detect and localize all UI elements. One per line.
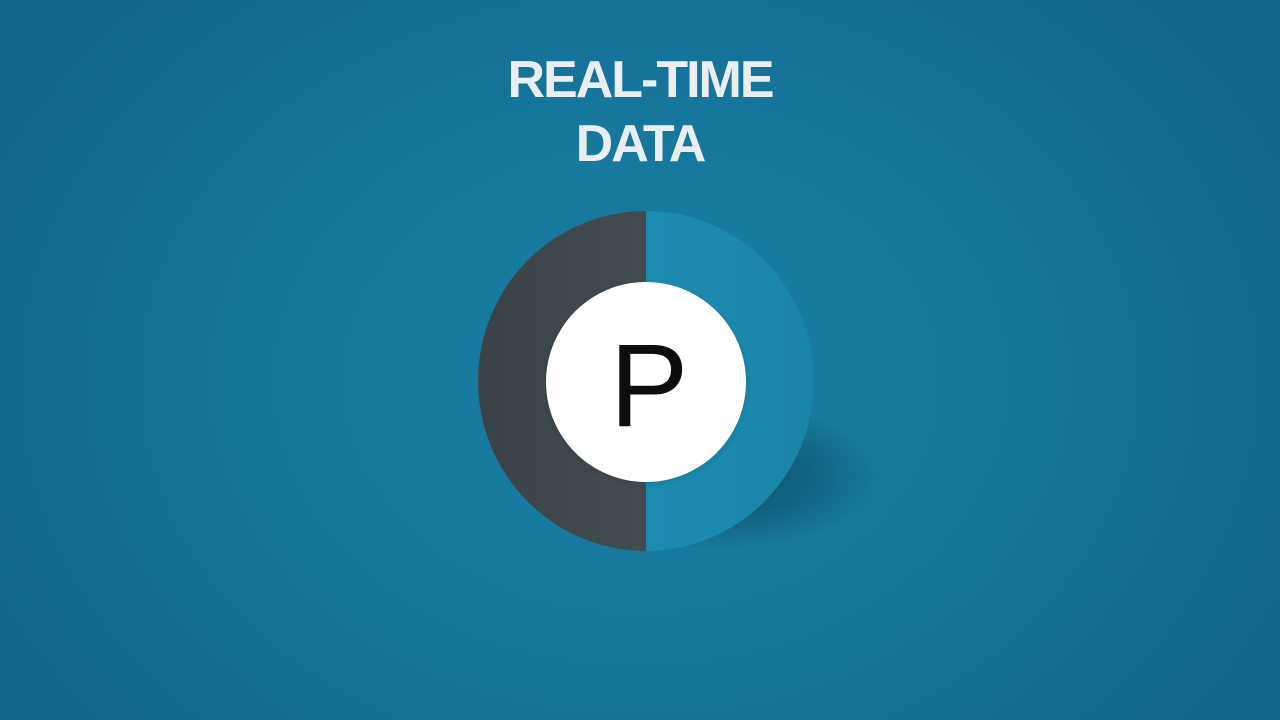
headline-line-1: REAL-TIME: [507, 51, 774, 109]
headline: REAL-TIME DATA: [0, 48, 1280, 176]
badge-center-disc: P: [546, 282, 746, 482]
logo-badge: P: [470, 205, 890, 565]
badge-letter: P: [609, 320, 689, 452]
headline-line-2: DATA: [575, 115, 707, 173]
